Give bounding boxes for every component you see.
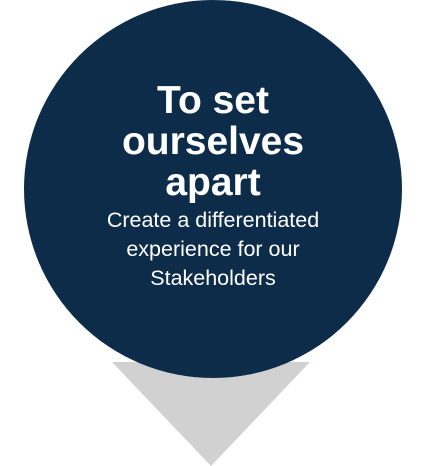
bubble-subtext: Create a differentiated experience for o… [106,208,320,290]
bubble-headline: To set ourselves apart [121,79,305,204]
callout-bubble: To set ourselves apart Create a differen… [24,0,402,378]
callout-diagram: To set ourselves apart Create a differen… [0,0,421,466]
